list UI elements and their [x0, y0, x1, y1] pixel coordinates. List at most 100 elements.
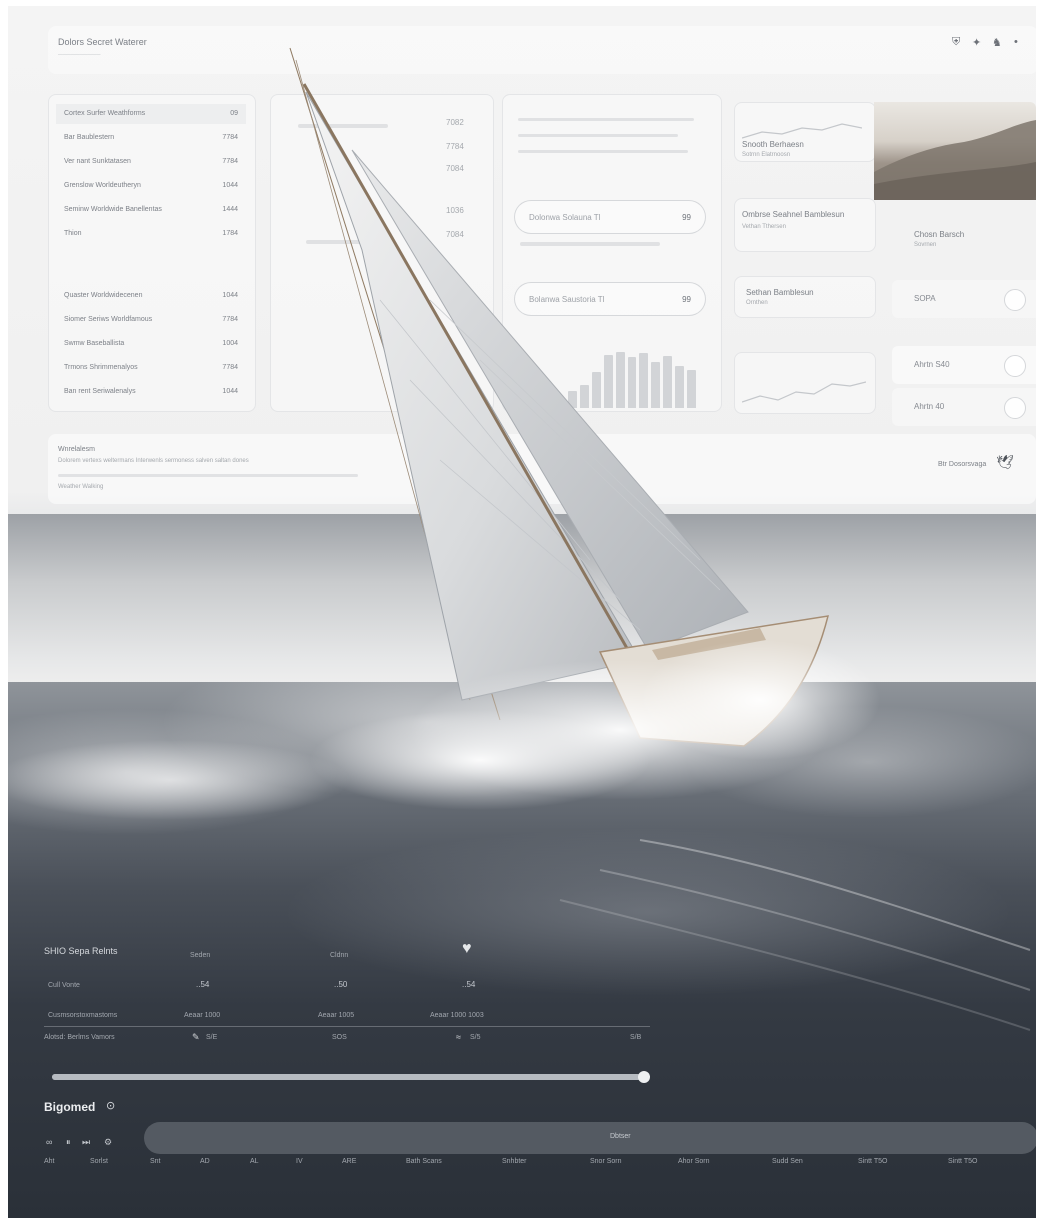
list-item[interactable]: Cortex Surfer Weathforms 09 — [56, 104, 246, 124]
row-value: SOS — [332, 1034, 347, 1041]
notice-banner — [48, 434, 1036, 504]
user-icon[interactable]: ♞ — [992, 36, 1002, 49]
list-item[interactable]: Quaster Worldwidecenen 1044 — [56, 286, 246, 306]
footer-item[interactable]: Snhbter — [502, 1158, 527, 1165]
side-subtitle: Sovrnen — [914, 242, 937, 248]
settings-icon[interactable]: ⚙ — [104, 1137, 112, 1148]
row-label: Cusmsorstoxmastoms — [48, 1012, 118, 1019]
card-title: Ombrse Seahnel Bamblesun — [742, 210, 845, 219]
text-line — [520, 242, 660, 246]
app-frame: Dolors Secret Waterer ────────── ⛨ ✦ ♞ •… — [8, 6, 1036, 1218]
app-subtitle-line: ────────── — [58, 52, 101, 58]
landscape-thumbnail — [874, 102, 1036, 200]
notice-button[interactable]: Btr Dosorsvaga — [938, 461, 986, 468]
row-label: Alotsd: Berlms Vamors — [44, 1034, 115, 1041]
divider — [44, 1026, 650, 1027]
card-subtitle: Ornthen — [746, 300, 768, 306]
list-item[interactable]: Bar Baublestern 7784 — [56, 128, 246, 148]
row-value: ..50 — [334, 980, 348, 989]
controls-title: SHIO Sepa Relnts — [44, 946, 118, 956]
row-value: S/E — [206, 1034, 218, 1041]
footer-item[interactable]: Sintt T5O — [858, 1158, 887, 1165]
footer-item[interactable]: Bath Scans — [406, 1158, 442, 1165]
footer-item[interactable]: Snt — [150, 1158, 161, 1165]
mini-bar-chart — [556, 350, 697, 408]
pin-icon: ✎ — [192, 1032, 200, 1042]
text-line — [518, 150, 688, 153]
value-cell: 7784 — [446, 142, 464, 151]
list-item[interactable]: Ban rent Seriwalenalys 1044 — [56, 382, 246, 402]
wave-icon: ≈ — [456, 1032, 461, 1042]
info-icon[interactable]: ⊙ — [106, 1099, 115, 1112]
list-item[interactable]: Trmons Shrimmenalyos 7784 — [56, 358, 246, 378]
bell-icon[interactable]: ✦ — [972, 36, 981, 49]
text-line — [518, 134, 678, 137]
metric-pill[interactable]: Bolanwa Saustoria Tl 99 — [514, 282, 706, 316]
progress-thumb[interactable] — [638, 1071, 650, 1083]
notice-link[interactable]: Weather Walking — [58, 484, 103, 490]
row-value: Aeaar 1000 — [184, 1012, 221, 1019]
side-title: Chosn Barsch — [914, 230, 965, 239]
card-title: Sethan Bamblesun — [746, 288, 814, 297]
footer-item[interactable]: Sintt T5O — [948, 1158, 977, 1165]
notice-line — [58, 474, 358, 477]
row-value: Aeaar 1005 — [318, 1012, 355, 1019]
text-line — [518, 118, 694, 121]
footer-item[interactable]: IV — [296, 1158, 303, 1165]
value-bar — [298, 124, 388, 128]
list-item[interactable]: Grenslow Worldeutheryn 1044 — [56, 176, 246, 196]
heart-icon[interactable]: ♥ — [462, 940, 472, 958]
footer-item[interactable]: Aht — [44, 1158, 55, 1165]
list-item[interactable]: Seminw Worldwide Banellentas 1444 — [56, 200, 246, 220]
toggle-icon[interactable] — [1004, 355, 1026, 377]
progress-track[interactable] — [52, 1074, 646, 1080]
app-title: Dolors Secret Waterer — [58, 37, 147, 47]
bird-icon: 🕊 — [996, 454, 1014, 470]
shield-icon[interactable]: ⛨ — [952, 36, 960, 49]
footer-item[interactable]: AD — [200, 1158, 210, 1165]
list-item[interactable]: Siomer Seriws Worldfamous 7784 — [56, 310, 246, 330]
playlist-label: Bigomed — [44, 1100, 96, 1114]
footer-item[interactable]: Sorlst — [90, 1158, 108, 1165]
column-head: Seden — [190, 952, 211, 959]
sparkline-chart — [742, 123, 862, 139]
footer-item[interactable]: ARE — [342, 1158, 356, 1165]
footer-item[interactable]: Snor Sorn — [590, 1158, 622, 1165]
card-subtitle: Sotrnn Elatrnoosn — [742, 152, 791, 158]
value-bar — [306, 240, 376, 244]
skip-icon[interactable]: ⏭ — [82, 1137, 90, 1148]
list-item[interactable]: Thion 1784 — [56, 224, 246, 244]
side-row[interactable]: SOPA — [892, 280, 1036, 318]
footer-item[interactable]: Sudd Sen — [772, 1158, 803, 1165]
footer-item[interactable]: AL — [250, 1158, 259, 1165]
row-value: S/B — [630, 1034, 642, 1041]
toggle-icon[interactable] — [1004, 289, 1026, 311]
progress-fill — [52, 1074, 641, 1080]
notice-heading: Wnrelalesm — [58, 446, 95, 453]
value-cell: 7084 — [446, 230, 464, 239]
column-head: Cldnn — [330, 952, 349, 959]
side-row[interactable]: Ahrtn S40 — [892, 346, 1036, 384]
value-cell: 7082 — [446, 118, 464, 127]
repeat-icon[interactable]: ∞ — [46, 1137, 52, 1147]
footer-item[interactable]: Ahor Sorn — [678, 1158, 710, 1165]
sky-band — [8, 514, 1036, 684]
side-row[interactable]: Ahrtn 40 — [892, 388, 1036, 426]
timeline-bar[interactable]: Dbtser — [144, 1122, 1036, 1154]
list-item[interactable]: Ver nant Sunktatasen 7784 — [56, 152, 246, 172]
top-bar — [48, 26, 1036, 74]
metric-pill[interactable]: Dolonwa Solauna Tl 99 — [514, 200, 706, 234]
pause-icon[interactable]: ⏸ — [66, 1137, 71, 1148]
value-cell: 7084 — [446, 164, 464, 173]
toggle-icon[interactable] — [1004, 397, 1026, 419]
more-icon[interactable]: • — [1014, 36, 1018, 48]
info-card[interactable] — [734, 276, 876, 318]
card-subtitle: Vethan Tthersen — [742, 224, 786, 230]
list-item[interactable]: Swmw Baseballista 1004 — [56, 334, 246, 354]
row-value: S/5 — [470, 1034, 481, 1041]
notice-text: Dolorem vertexs weltermans Interwenls se… — [58, 458, 249, 464]
row-value: ..54 — [196, 980, 210, 989]
row-value: ..54 — [462, 980, 476, 989]
row-label: Cull Vonte — [48, 982, 80, 989]
value-cell: 1036 — [446, 206, 464, 215]
